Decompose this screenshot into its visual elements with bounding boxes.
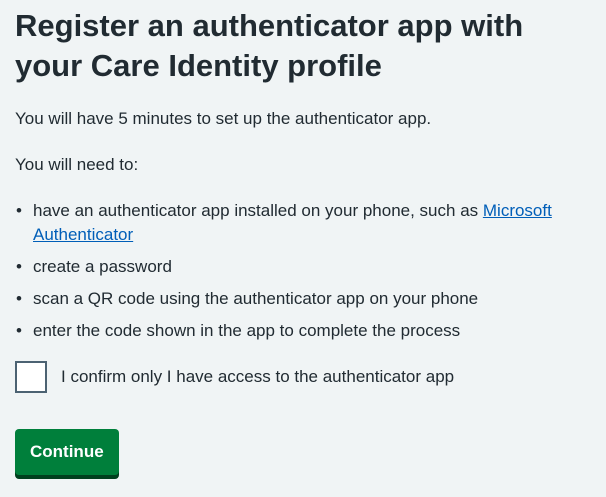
confirm-checkbox-row: I confirm only I have access to the auth… [15, 361, 595, 393]
bullet-icon: • [16, 257, 22, 276]
list-item-text: have an authenticator app installed on y… [33, 201, 483, 220]
page-title: Register an authenticator app with your … [15, 8, 524, 83]
bullet-icon: • [16, 201, 22, 220]
list-item: • create a password [15, 255, 595, 279]
main-content: Register an authenticator app with your … [15, 6, 595, 475]
bullet-icon: • [16, 321, 22, 340]
intro-text: You will have 5 minutes to set up the au… [15, 109, 432, 128]
list-item-text: enter the code shown in the app to compl… [33, 321, 461, 340]
list-item-text: create a password [33, 257, 172, 276]
requirements-label: You will need to: [15, 155, 139, 174]
bullet-icon: • [16, 289, 22, 308]
continue-button[interactable]: Continue [15, 429, 119, 475]
list-item: • have an authenticator app installed on… [15, 199, 595, 247]
list-item: • scan a QR code using the authenticator… [15, 287, 595, 311]
list-item: • enter the code shown in the app to com… [15, 319, 595, 343]
confirm-checkbox[interactable] [15, 361, 47, 393]
list-item-text: scan a QR code using the authenticator a… [33, 289, 479, 308]
requirements-list: • have an authenticator app installed on… [15, 199, 595, 343]
confirm-checkbox-label[interactable]: I confirm only I have access to the auth… [61, 365, 454, 389]
